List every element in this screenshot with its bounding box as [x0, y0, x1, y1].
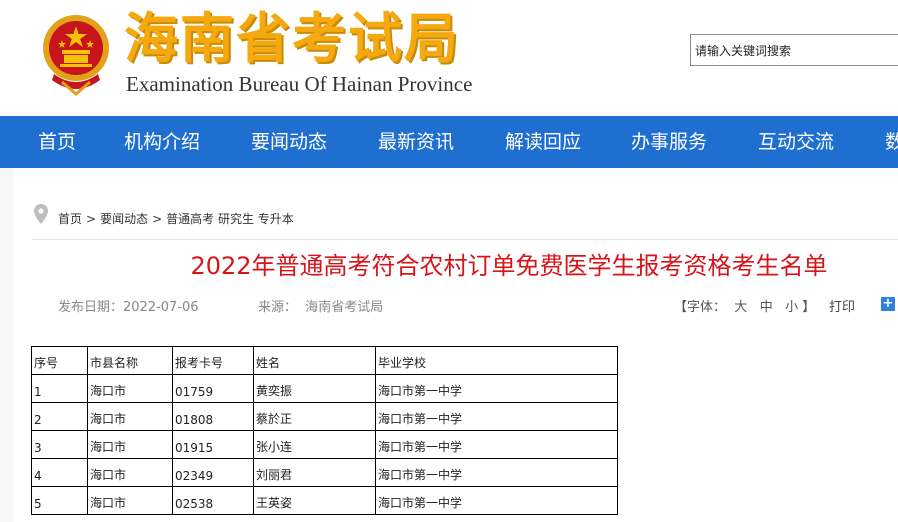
table-cell: 王英姿: [253, 486, 376, 515]
nav-item-data[interactable]: 数: [885, 116, 898, 168]
main-nav: 首页 机构介绍 要闻动态 最新资讯 解读回应 办事服务 互动交流 数: [0, 116, 898, 168]
nav-item-interpretation[interactable]: 解读回应: [505, 116, 581, 168]
font-size-small[interactable]: 小: [785, 300, 798, 315]
site-title-en: Examination Bureau Of Hainan Province: [126, 72, 473, 96]
font-size-label: 【字体：: [674, 300, 727, 315]
table-cell: 海口市: [87, 486, 173, 515]
table-row: 2 海口市 01808 蔡於正 海口市第一中学: [31, 402, 618, 431]
table-cell: 5: [31, 486, 88, 515]
table-row: 3 海口市 01915 张小连 海口市第一中学: [31, 430, 618, 459]
font-size-medium[interactable]: 中: [760, 300, 773, 315]
table-cell: 刘丽君: [253, 458, 376, 487]
nav-item-home[interactable]: 首页: [38, 116, 76, 168]
source-value: 海南省考试局: [305, 300, 384, 315]
site-title-cn: 海南省考试局: [124, 6, 460, 70]
table-cell: 海口市第一中学: [375, 430, 618, 459]
breadcrumb-category[interactable]: 普通高考 研究生 专升本: [166, 212, 294, 226]
article-title: 2022年普通高考符合农村订单免费医学生报考资格考生名单: [190, 252, 828, 280]
font-size-end: 】: [802, 300, 816, 315]
table-cell: 海口市第一中学: [375, 486, 618, 515]
table-row: 1 海口市 01759 黄奕振 海口市第一中学: [31, 374, 618, 403]
breadcrumb-home[interactable]: 首页: [58, 212, 82, 226]
table-cell: 海口市第一中学: [375, 374, 618, 403]
table-cell: 01759: [172, 374, 254, 403]
table-cell: 2: [31, 402, 88, 431]
national-emblem-icon: [43, 15, 109, 96]
table-cell: 02538: [172, 486, 254, 515]
table-cell: 1: [31, 374, 88, 403]
table-cell: 张小连: [253, 430, 376, 459]
table-cell: 海口市: [87, 458, 173, 487]
candidate-table: 序号 市县名称 报考卡号 姓名 毕业学校 1 海口市 01759 黄奕振 海口市…: [31, 346, 618, 515]
table-cell: 蔡於正: [253, 402, 376, 431]
print-button[interactable]: 打印: [829, 296, 855, 315]
site-header: 海南省考试局 Examination Bureau Of Hainan Prov…: [0, 0, 898, 116]
table-cell: 3: [31, 430, 88, 459]
header-cell: 毕业学校: [375, 346, 618, 375]
font-size-large[interactable]: 大: [734, 300, 747, 315]
table-cell: 海口市第一中学: [375, 458, 618, 487]
table-cell: 海口市: [87, 374, 173, 403]
table-row: 4 海口市 02349 刘丽君 海口市第一中学: [31, 458, 618, 487]
table-cell: 黄奕振: [253, 374, 376, 403]
share-plus-icon[interactable]: +: [881, 297, 895, 311]
publish-date: 发布日期：2022-07-06: [58, 296, 199, 315]
header-cell: 序号: [31, 346, 88, 375]
nav-item-latest[interactable]: 最新资讯: [378, 116, 454, 168]
header-cell: 姓名: [253, 346, 376, 375]
publish-date-value: 2022-07-06: [123, 300, 199, 315]
header-cell: 报考卡号: [172, 346, 254, 375]
table-cell: 4: [31, 458, 88, 487]
header-cell: 市县名称: [87, 346, 173, 375]
table-row: 5 海口市 02538 王英姿 海口市第一中学: [31, 486, 618, 515]
table-cell: 01915: [172, 430, 254, 459]
table-cell: 01808: [172, 402, 254, 431]
table-header-row: 序号 市县名称 报考卡号 姓名 毕业学校: [31, 346, 618, 375]
font-size-control: 【字体： 大 中 小 】: [674, 296, 815, 315]
breadcrumb-separator: >: [152, 212, 163, 226]
publish-label: 发布日期：: [58, 300, 124, 315]
search-input[interactable]: [690, 34, 898, 66]
breadcrumb-separator: >: [86, 212, 97, 226]
article-source: 来源： 海南省考试局: [258, 296, 383, 315]
nav-item-services[interactable]: 办事服务: [631, 116, 707, 168]
table-cell: 海口市: [87, 430, 173, 459]
breadcrumb-section[interactable]: 要闻动态: [100, 212, 148, 226]
breadcrumb: 首页 > 要闻动态 > 普通高考 研究生 专升本: [32, 200, 898, 240]
nav-item-news[interactable]: 要闻动态: [251, 116, 327, 168]
nav-item-about[interactable]: 机构介绍: [124, 116, 200, 168]
table-cell: 海口市第一中学: [375, 402, 618, 431]
source-label: 来源：: [258, 300, 298, 315]
location-pin-icon: [34, 204, 48, 224]
table-cell: 02349: [172, 458, 254, 487]
table-cell: 海口市: [87, 402, 173, 431]
nav-item-interaction[interactable]: 互动交流: [758, 116, 834, 168]
